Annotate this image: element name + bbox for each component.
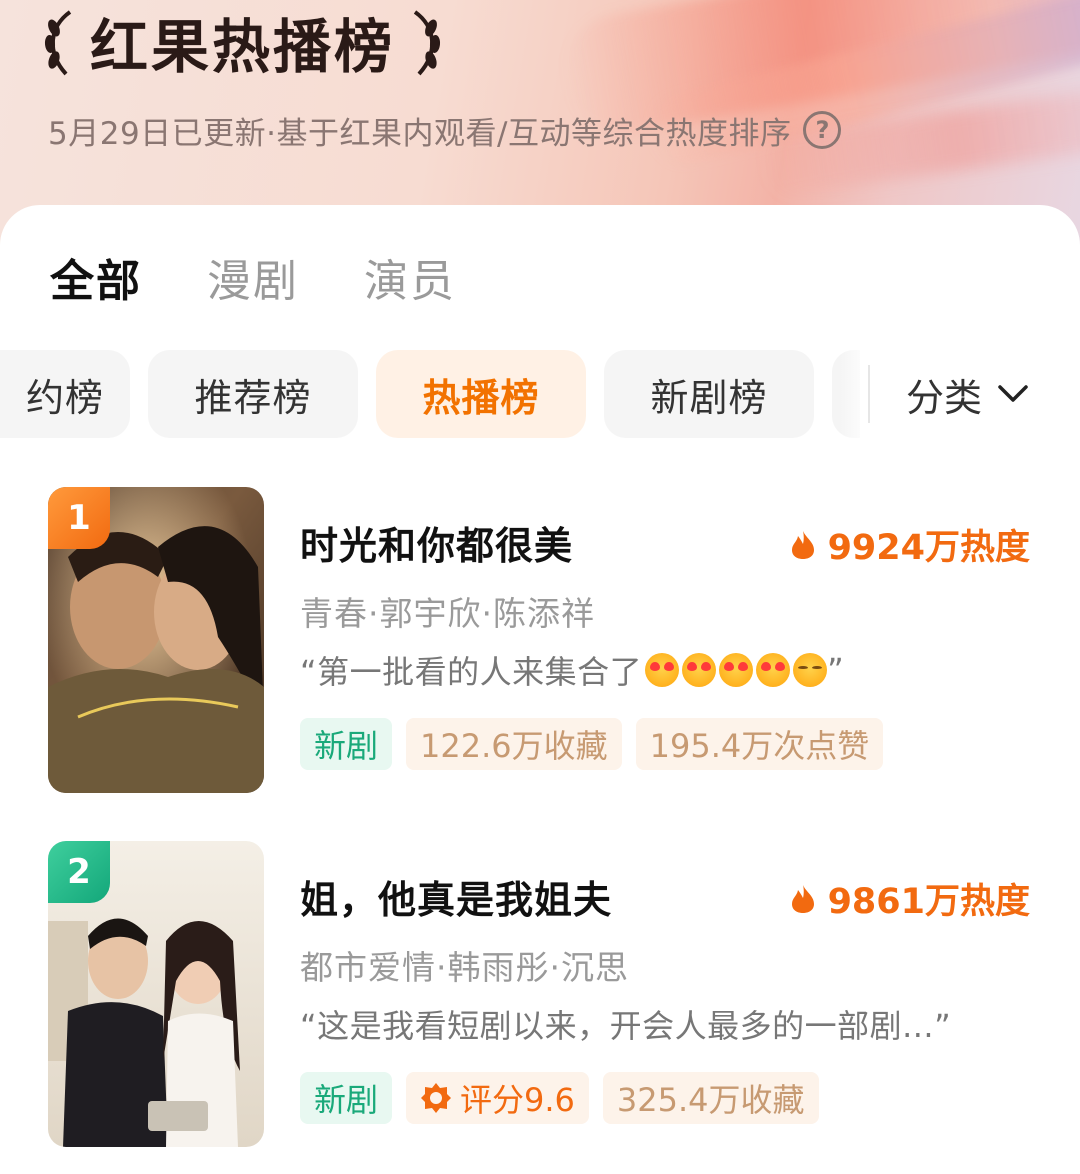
poster-image[interactable]: 1 <box>48 487 264 793</box>
heart-eyes-emoji-icon <box>719 653 754 687</box>
heat-label: 9861万热度 <box>827 882 1030 922</box>
likes-tag: 195.4万次点赞 <box>635 718 884 770</box>
top-tabs: 全部 漫剧 演员 <box>50 245 521 309</box>
chip-hot[interactable]: 热播榜 <box>376 350 586 438</box>
review-quote: “这是我看短剧以来，开会人最多的一部剧...” <box>300 1001 951 1047</box>
favorites-tag: 122.6万收藏 <box>406 718 622 770</box>
rating-label: 评分9.6 <box>460 1081 575 1119</box>
tag-row: 新剧 评分9.6 325.4万收藏 <box>300 1072 833 1124</box>
fire-icon <box>791 884 814 913</box>
heat-score: 9924万热度 <box>790 519 1030 570</box>
quote-text: “第一批看的人来集合了 <box>300 653 643 691</box>
heart-eyes-emoji-icon <box>682 653 717 687</box>
rank-badge: 2 <box>48 841 110 903</box>
show-title[interactable]: 姐，他真是我姐夫 <box>300 869 612 924</box>
heat-score: 9861万热度 <box>790 873 1030 924</box>
poster-image[interactable]: 2 <box>48 841 264 1147</box>
chip-label: 热播榜 <box>422 375 540 420</box>
review-quote: “第一批看的人来集合了 ” <box>300 647 844 693</box>
quote-text: “这是我看短剧以来，开会人最多的一部剧...” <box>300 1007 952 1045</box>
chip-recommend[interactable]: 推荐榜 <box>148 350 358 438</box>
update-info: 5月29日已更新·基于红果内观看/互动等综合热度排序 ? <box>48 108 842 152</box>
chip-label: 推荐榜 <box>194 375 312 420</box>
laurel-right-icon <box>413 10 441 76</box>
page-title: 红果热播榜 <box>90 13 396 81</box>
tab-actors[interactable]: 演员 <box>364 245 456 309</box>
rating-tag: 评分9.6 <box>406 1072 589 1124</box>
chevron-down-icon <box>998 385 1028 402</box>
heart-eyes-emoji-icon <box>645 653 680 687</box>
tag-row: 新剧 122.6万收藏 195.4万次点赞 <box>300 718 897 770</box>
rank-badge: 1 <box>48 487 110 549</box>
chip-label: 新剧榜 <box>650 375 768 420</box>
fire-icon <box>791 530 814 559</box>
chip-new[interactable]: 新剧榜 <box>604 350 814 438</box>
chips-fade <box>840 350 870 438</box>
show-meta: 都市爱情·韩雨彤·沉思 <box>300 948 629 987</box>
rating-badge-icon <box>421 1083 452 1113</box>
show-meta: 青春·郭宇欣·陈添祥 <box>300 594 595 633</box>
divider <box>868 365 870 423</box>
update-subtitle: 5月29日已更新·基于红果内观看/互动等综合热度排序 <box>48 115 792 152</box>
chip-partial-list[interactable]: 约榜 <box>0 350 130 438</box>
page-title-row: 红果热播榜 <box>40 2 445 82</box>
heat-label: 9924万热度 <box>827 528 1030 568</box>
chip-label: 约榜 <box>25 375 104 420</box>
new-tag: 新剧 <box>300 1072 393 1124</box>
category-button[interactable]: 分类 <box>906 362 1030 426</box>
question-circle-icon[interactable]: ? <box>803 111 842 149</box>
list-item[interactable]: 2 姐，他真是我姐夫 9861万热度 都市爱情·韩雨彤·沉思 “这是我看短剧以来… <box>0 841 1080 1151</box>
laurel-left-icon <box>44 10 72 76</box>
sleepy-emoji-icon <box>793 653 828 687</box>
ranking-chips: 约榜 推荐榜 热播榜 新剧榜 <box>0 350 860 438</box>
heart-eyes-emoji-icon <box>756 653 791 687</box>
category-label: 分类 <box>906 375 983 420</box>
favorites-tag: 325.4万收藏 <box>602 1072 819 1124</box>
list-item[interactable]: 1 时光和你都很美 9924万热度 青春·郭宇欣·陈添祥 “第一批看的人来集合了… <box>0 487 1080 797</box>
quote-end: ” <box>827 651 845 689</box>
tab-all[interactable]: 全部 <box>50 245 142 309</box>
tab-comic[interactable]: 漫剧 <box>207 245 299 309</box>
show-title[interactable]: 时光和你都很美 <box>300 515 573 570</box>
new-tag: 新剧 <box>300 718 393 770</box>
